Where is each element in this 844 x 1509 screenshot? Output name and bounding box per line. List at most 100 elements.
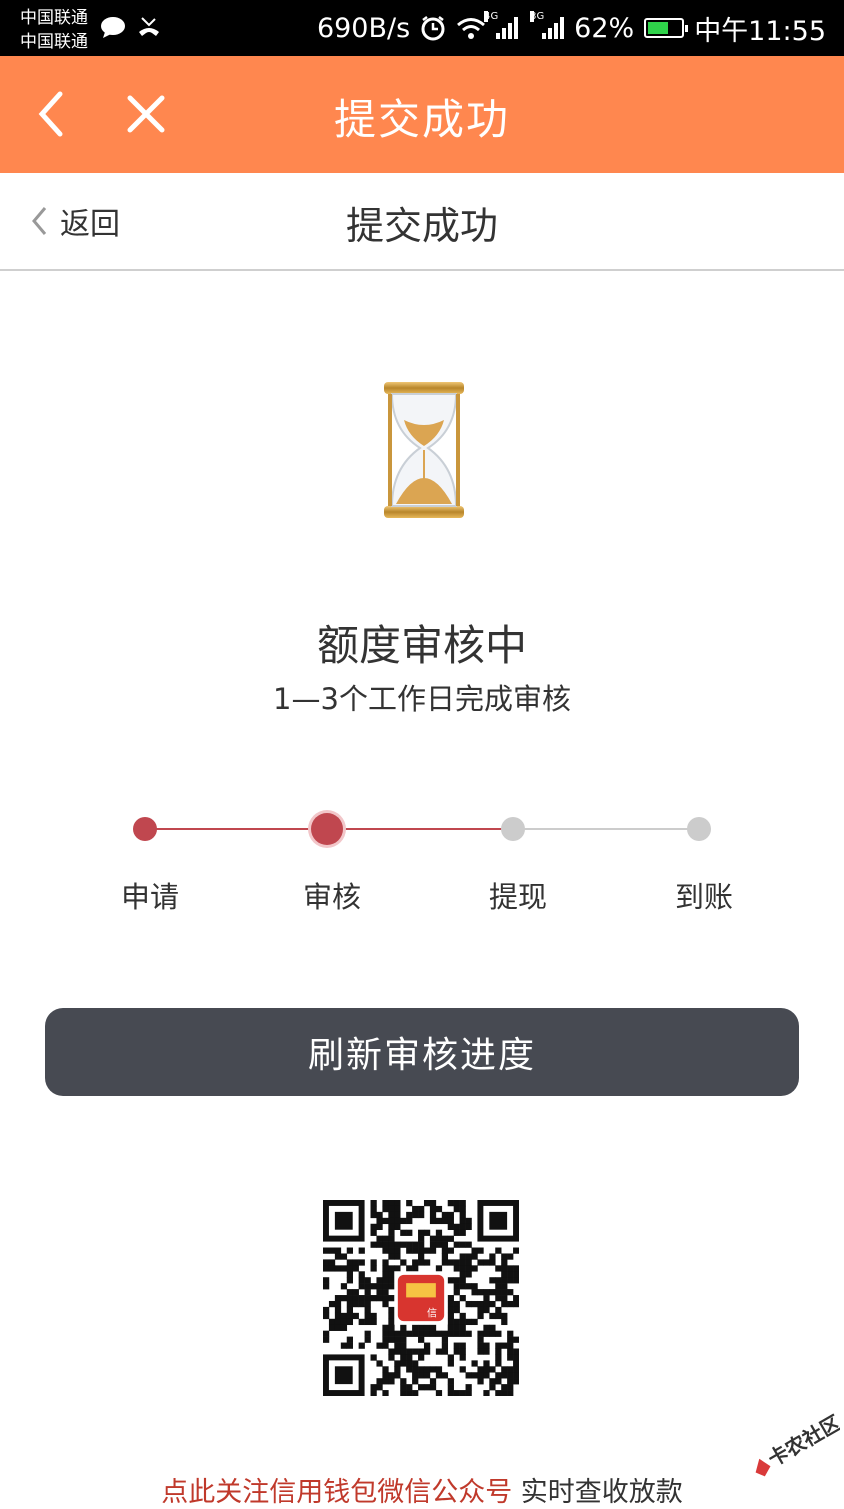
qr-module xyxy=(394,1200,401,1207)
qr-module xyxy=(447,1390,454,1396)
signal-4g-icon: 4G xyxy=(484,11,519,39)
qr-module xyxy=(418,1253,425,1260)
follow-wechat-link[interactable]: 点此关注信用钱包微信公众号 xyxy=(161,1477,512,1508)
qr-module xyxy=(453,1324,460,1331)
qr-module xyxy=(394,1366,401,1373)
qr-module xyxy=(340,1295,348,1302)
qr-module xyxy=(346,1306,353,1314)
qr-module xyxy=(352,1312,359,1320)
qr-module xyxy=(459,1211,466,1219)
qr-module xyxy=(459,1390,466,1396)
qr-module xyxy=(346,1300,353,1308)
qr-module xyxy=(471,1372,478,1379)
qr-module xyxy=(376,1241,383,1248)
qr-module xyxy=(376,1342,383,1349)
qr-module xyxy=(471,1253,478,1260)
net-label-1: 4G xyxy=(484,11,499,22)
qr-module xyxy=(441,1372,449,1379)
qr-module xyxy=(394,1372,401,1379)
qr-module xyxy=(370,1229,377,1236)
qr-module xyxy=(358,1277,365,1284)
qr-module xyxy=(400,1348,407,1355)
qr-module xyxy=(423,1330,431,1337)
qr-module xyxy=(382,1336,389,1343)
qr-module xyxy=(388,1336,395,1343)
qr-module xyxy=(418,1330,425,1337)
qr-module xyxy=(447,1247,454,1254)
qr-module xyxy=(495,1277,502,1284)
qr-module xyxy=(376,1283,383,1290)
qr-module xyxy=(346,1312,353,1320)
qr-module xyxy=(495,1354,502,1361)
qr-module xyxy=(412,1366,419,1373)
qr-module xyxy=(501,1289,508,1296)
qr-module xyxy=(394,1360,401,1367)
qr-module xyxy=(483,1259,490,1266)
qr-module xyxy=(453,1306,460,1314)
qr-module xyxy=(340,1318,348,1326)
qr-module xyxy=(346,1259,353,1266)
qr-module xyxy=(453,1390,460,1396)
qr-module xyxy=(382,1366,389,1373)
qr-module xyxy=(394,1241,401,1248)
qr-module xyxy=(489,1324,496,1331)
qr-module xyxy=(453,1342,460,1349)
qr-module xyxy=(388,1205,395,1213)
qr-module xyxy=(382,1217,389,1225)
qr-module xyxy=(489,1366,496,1373)
qr-module xyxy=(465,1241,472,1248)
qr-module xyxy=(412,1348,419,1355)
qr-module xyxy=(507,1289,514,1296)
refresh-progress-button[interactable]: 刷新审核进度 xyxy=(45,1008,799,1096)
qr-module xyxy=(477,1378,484,1385)
qr-module xyxy=(412,1330,419,1337)
qr-module xyxy=(382,1324,389,1331)
qr-module xyxy=(459,1366,466,1373)
qr-module xyxy=(453,1300,460,1308)
qr-module xyxy=(435,1348,443,1355)
qr-module xyxy=(394,1217,401,1225)
status-bar: 中国联通 中国联通 690B/s 4G 3G 62% 中午11:55 xyxy=(0,0,844,56)
qr-module xyxy=(364,1283,371,1290)
qr-module xyxy=(447,1312,454,1320)
qr-module xyxy=(406,1265,413,1272)
qr-module xyxy=(489,1289,496,1296)
qr-module xyxy=(423,1324,431,1331)
qr-module xyxy=(435,1229,443,1236)
qr-module xyxy=(388,1318,395,1326)
qr-module xyxy=(388,1241,395,1248)
qr-module xyxy=(412,1247,419,1254)
qr-module xyxy=(435,1241,443,1248)
qr-module xyxy=(388,1277,395,1284)
qr-module xyxy=(340,1324,348,1331)
qr-module xyxy=(364,1330,371,1337)
qr-module xyxy=(388,1348,395,1355)
qr-module xyxy=(423,1259,431,1266)
qr-module xyxy=(418,1211,425,1219)
qr-module xyxy=(418,1205,425,1213)
wallet-card-icon xyxy=(406,1283,436,1298)
qr-module xyxy=(483,1324,490,1331)
qr-module xyxy=(429,1247,437,1254)
hourglass-icon xyxy=(384,382,464,518)
step-connector xyxy=(327,828,513,830)
clock: 中午11:55 xyxy=(694,15,826,47)
qr-module xyxy=(376,1384,383,1391)
qr-module xyxy=(388,1306,395,1314)
qr-module xyxy=(352,1289,359,1296)
qr-code[interactable]: 信 xyxy=(323,1200,519,1396)
qr-module xyxy=(370,1205,377,1213)
qr-module xyxy=(376,1295,383,1302)
qr-module xyxy=(495,1348,502,1355)
qr-module xyxy=(323,1306,330,1314)
qr-module xyxy=(394,1265,401,1272)
qr-module xyxy=(465,1253,472,1260)
qr-module xyxy=(406,1247,413,1254)
qr-module xyxy=(447,1235,454,1242)
qr-module xyxy=(441,1253,449,1260)
qr-module xyxy=(358,1318,365,1326)
qr-module xyxy=(406,1390,413,1396)
qr-module xyxy=(406,1384,413,1391)
qr-module xyxy=(394,1253,401,1260)
qr-module xyxy=(447,1300,454,1308)
